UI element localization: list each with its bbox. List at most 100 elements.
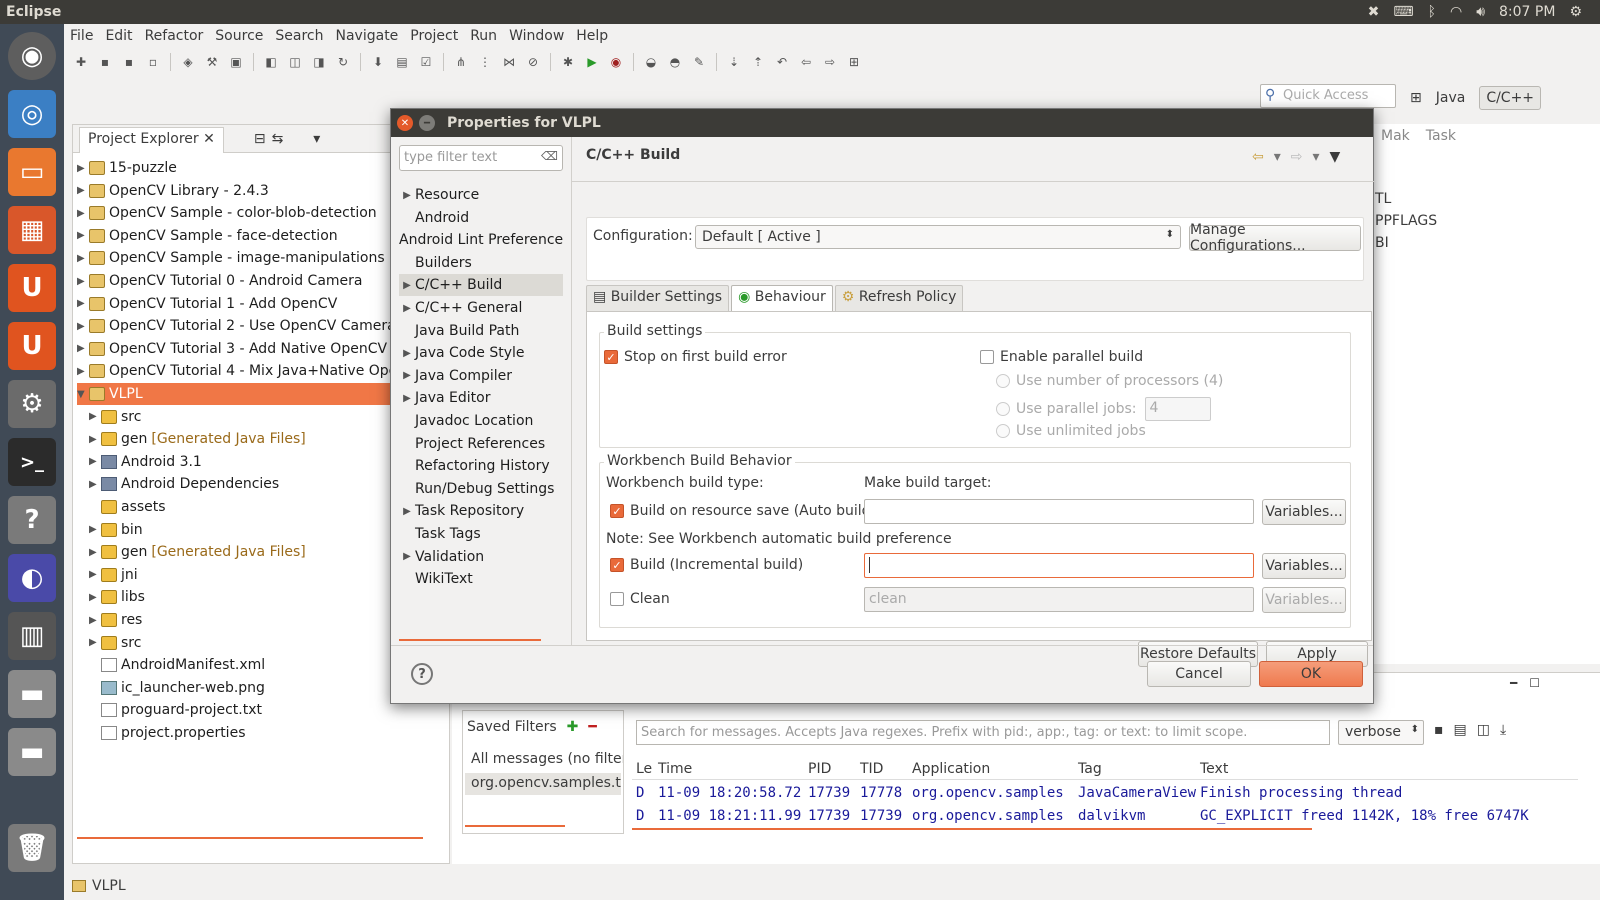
collapsed-twisty-icon[interactable]: ▶ [89, 547, 99, 558]
trash-icon[interactable]: 🗑︎ [8, 824, 56, 872]
clean-variables-button[interactable]: Variables... [1262, 587, 1346, 613]
close-icon[interactable]: ✕ [203, 131, 215, 147]
forward-menu-icon[interactable]: ▾ [1313, 149, 1320, 165]
clock[interactable]: 8:07 PM [1499, 4, 1555, 20]
tree-item[interactable]: ▶ res [89, 609, 142, 631]
menu-help[interactable]: Help [570, 28, 614, 44]
configuration-select[interactable]: Default [ Active ] ⬍ [695, 225, 1181, 249]
back-icon[interactable]: ⇦ [797, 53, 815, 71]
mark-icon[interactable]: ⋈ [500, 53, 518, 71]
column-tid[interactable]: TID [856, 761, 908, 777]
collapsed-twisty-icon[interactable]: ▶ [399, 303, 415, 314]
menu-project[interactable]: Project [404, 28, 464, 44]
auto-build-row[interactable]: ✓ Build on resource save (Auto build) [610, 503, 876, 519]
ubuntu-one-music-icon[interactable]: U [8, 322, 56, 370]
incremental-build-checkbox[interactable]: ✓ [610, 558, 624, 572]
outline-icon[interactable]: ⋮ [476, 53, 494, 71]
tree-item[interactable]: ▶ OpenCV Tutorial 4 - Mix Java+Native Ope… [77, 360, 426, 382]
nav-item[interactable]: Javadoc Location [399, 410, 563, 432]
clean-target-input[interactable]: clean [864, 587, 1254, 612]
perspective-java[interactable]: Java [1430, 87, 1472, 109]
tree-item[interactable]: ▶ src [89, 632, 141, 654]
collapsed-twisty-icon[interactable]: ▶ [89, 569, 99, 580]
nav-item[interactable]: Java Build Path [399, 320, 563, 342]
dash-home-icon[interactable]: ◉ [8, 32, 56, 80]
nav-item[interactable]: ▶ Java Compiler [399, 365, 563, 387]
collapsed-twisty-icon[interactable]: ▶ [89, 434, 99, 445]
save-log-icon[interactable]: ▪ [1434, 722, 1444, 738]
collapsed-twisty-icon[interactable]: ▶ [77, 321, 87, 332]
collapsed-twisty-icon[interactable]: ▶ [399, 551, 415, 562]
eclipse-icon[interactable]: ◐ [8, 554, 56, 602]
run-icon[interactable]: ▶ [583, 53, 601, 71]
tree-item[interactable]: ▶ OpenCV Sample - face-detection [77, 225, 338, 247]
auto-build-variables-button[interactable]: Variables... [1262, 499, 1346, 525]
project-explorer-tab[interactable]: Project Explorer ✕ [79, 126, 224, 153]
parallel-jobs-spinner[interactable]: 4 [1144, 397, 1211, 421]
ubuntu-one-icon[interactable]: U [8, 264, 56, 312]
debug-icon[interactable]: ✱ [559, 53, 577, 71]
nav-item[interactable]: ▶ Validation [399, 546, 563, 568]
new-project-icon[interactable]: ◧ [262, 53, 280, 71]
avd-manager-icon[interactable]: ▣ [227, 53, 245, 71]
menu-refactor[interactable]: Refactor [139, 28, 210, 44]
collapsed-twisty-icon[interactable]: ▶ [77, 185, 87, 196]
terminal-icon[interactable]: >_ [8, 438, 56, 486]
enable-parallel-checkbox[interactable] [980, 350, 994, 364]
tree-item[interactable]: ▶ OpenCV Tutorial 0 - Android Camera [77, 270, 363, 292]
nav-item[interactable]: ▶ Java Editor [399, 387, 563, 409]
toggle-view-icon[interactable]: ◫ [1477, 722, 1490, 738]
nav-item[interactable]: Refactoring History [399, 455, 563, 477]
power-icon[interactable]: ⚙ [1569, 4, 1582, 20]
collapsed-twisty-icon[interactable]: ▶ [89, 524, 99, 535]
collapsed-twisty-icon[interactable]: ▶ [89, 411, 99, 422]
next-annotation-icon[interactable]: ⇣ [725, 53, 743, 71]
nav-item[interactable]: ▶ Java Code Style [399, 342, 563, 364]
stop-on-error-checkbox[interactable]: ✓ [604, 350, 618, 364]
sdk-manager-icon[interactable]: ◈ [179, 53, 197, 71]
clean-row[interactable]: Clean [610, 591, 670, 607]
skip-breakpoints-icon[interactable]: ⊘ [524, 53, 542, 71]
task-icon[interactable]: ☑ [417, 53, 435, 71]
tree-item[interactable]: ▶ bin [89, 519, 143, 541]
collapsed-twisty-icon[interactable]: ▶ [77, 276, 87, 287]
use-unlimited-radio[interactable] [996, 424, 1010, 438]
auto-build-target-input[interactable] [864, 499, 1254, 524]
dropbox-icon[interactable]: ✖ [1368, 4, 1380, 20]
menu-edit[interactable]: Edit [99, 28, 138, 44]
log-row[interactable]: D 11-09 18:20:58.72 17739 17778 org.opencv.s… [632, 782, 1576, 804]
collapse-all-icon[interactable]: ⊟ [254, 131, 266, 147]
menu-file[interactable]: File [64, 28, 99, 44]
open-perspective-icon[interactable]: ⊞ [1410, 90, 1422, 106]
forward-icon[interactable]: ⇨ [1291, 149, 1303, 165]
collapsed-twisty-icon[interactable]: ▶ [77, 253, 87, 264]
nav-item[interactable]: Run/Debug Settings [399, 478, 563, 500]
menu-navigate[interactable]: Navigate [330, 28, 405, 44]
tree-item[interactable]: ▶ gen [Generated Java Files] [89, 428, 306, 450]
incremental-build-target-input[interactable] [864, 553, 1254, 578]
enable-parallel-row[interactable]: Enable parallel build [980, 349, 1143, 365]
incremental-variables-button[interactable]: Variables... [1262, 553, 1346, 579]
collapsed-twisty-icon[interactable]: ▶ [77, 298, 87, 309]
use-processors-radio[interactable] [996, 374, 1010, 388]
menu-search[interactable]: Search [269, 28, 329, 44]
terminal-view-icon[interactable]: ▤ [393, 53, 411, 71]
prev-annotation-icon[interactable]: ⇡ [749, 53, 767, 71]
tree-item[interactable]: ▶ OpenCV Library - 2.4.3 [77, 180, 269, 202]
minimize-icon[interactable]: ━ [1510, 676, 1517, 690]
link-editor-icon[interactable]: ⇆ [272, 131, 284, 147]
column-application[interactable]: Application [908, 761, 1074, 777]
column-tag[interactable]: Tag [1074, 761, 1196, 777]
tree-item[interactable]: ▶ OpenCV Tutorial 2 - Use OpenCV Camera [77, 315, 396, 337]
tree-item[interactable]: ▶ Android 3.1 [89, 451, 202, 473]
tab-builder-settings[interactable]: ▤ Builder Settings [586, 285, 730, 311]
keyboard-icon[interactable]: ⌨ [1393, 4, 1413, 20]
tree-item[interactable]: ▶ OpenCV Tutorial 1 - Add OpenCV [77, 293, 337, 315]
tab-behaviour[interactable]: ◉ Behaviour [731, 285, 833, 311]
print-icon[interactable]: ▫ [144, 53, 162, 71]
tab-refresh-policy[interactable]: ⚙ Refresh Policy [834, 285, 964, 311]
tree-item[interactable]: ▶ OpenCV Tutorial 3 - Add Native OpenCV [77, 338, 387, 360]
back-icon[interactable]: ⇦ [1252, 149, 1264, 165]
build-icon[interactable]: ⚒ [203, 53, 221, 71]
nav-item[interactable]: ▶ Resource [399, 184, 563, 206]
